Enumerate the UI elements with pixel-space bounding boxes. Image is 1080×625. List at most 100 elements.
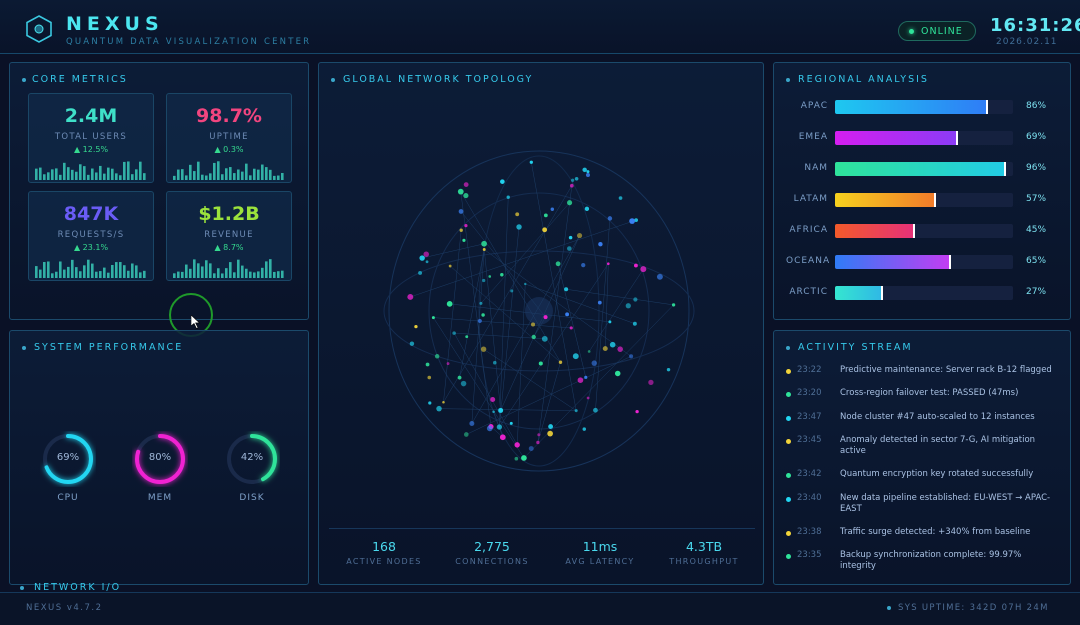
metric-change: ▲ 23.1% [73,243,109,252]
network-link [500,235,580,411]
region-bar-marker [881,286,884,300]
network-node [434,354,440,359]
network-node [537,433,541,437]
network-node [543,213,548,218]
system-performance-panel: SYSTEM PERFORMANCE 69% CPU 80% MEM 42% D… [9,330,309,585]
region-bar-fill [835,255,951,269]
metric-change: ▲ 8.7% [214,243,244,252]
activity-message: Node cluster #47 auto-scaled to 12 insta… [840,411,1035,422]
network-node [442,400,445,404]
network-node [427,375,432,380]
network-node [656,273,663,280]
network-node [492,410,495,414]
network-node [568,235,573,240]
network-node [536,440,540,445]
network-node [524,282,527,286]
activity-message: Backup synchronization complete: 99.97% … [840,550,1022,571]
network-node [618,196,623,200]
network-node [465,335,469,339]
network-node [640,266,647,273]
network-link [439,408,577,411]
network-node [521,455,527,461]
metric-label: TOTAL USERS [54,132,128,142]
panel-title: ACTIVITY STREAM [798,342,913,353]
network-node [555,261,561,267]
network-node [529,160,533,164]
region-name: EMEA [798,132,828,142]
region-row-apac[interactable]: APAC 86% [786,99,1056,115]
metric-card-requests[interactable]: 847K REQUESTS/S ▲ 23.1% [28,191,154,281]
network-globe-visualization[interactable] [339,93,745,523]
status-footer: NEXUS v4.7.2 SYS UPTIME: 342D 07H 24M [0,592,1080,625]
sparkline-uptime [173,161,284,180]
panel-title: CORE METRICS [32,74,128,85]
network-node [506,195,510,199]
region-name: LATAM [793,194,828,204]
network-node [514,456,519,461]
network-node [584,375,588,379]
metric-card-uptime[interactable]: 98.7% UPTIME ▲ 0.3% [166,93,292,183]
region-bar-track [835,286,1013,300]
hexagon-logo-icon [26,15,52,43]
metric-label: REQUESTS/S [57,230,125,240]
activity-time: 23:42 [797,469,822,480]
activity-time: 23:45 [797,435,822,446]
stat-value: 168 [372,539,396,554]
region-bar-marker [955,131,958,145]
activity-message: New data pipeline established: EU-WEST →… [840,492,1051,514]
metric-card-revenue[interactable]: $1.2B REVENUE ▲ 8.7% [166,191,292,281]
network-node [488,275,492,278]
region-row-africa[interactable]: AFRICA 45% [786,223,1056,239]
network-node [569,183,574,188]
region-name: AFRICA [789,225,828,235]
network-node [409,341,415,346]
network-node [582,167,587,173]
region-row-latam[interactable]: LATAM 57% [786,192,1056,208]
network-node [606,262,610,266]
network-node [564,287,569,292]
stat-value: 4.3TB [685,539,723,554]
network-node [607,216,613,221]
gauge-label: MEM [147,493,173,503]
divider [329,528,755,529]
metric-value: 2.4M [64,105,118,127]
metric-card-users[interactable]: 2.4M TOTAL USERS ▲ 12.5% [28,93,154,183]
network-node [460,380,467,387]
gauge-value: 42% [240,452,264,463]
section-bullet-icon [786,78,790,82]
activity-time: 23:20 [797,388,822,399]
network-node [587,350,591,353]
network-node [463,193,469,199]
activity-dot-icon [786,554,791,559]
activity-message: Traffic surge detected: +340% from basel… [840,526,1031,537]
gauge-cpu: 69% [40,431,96,487]
network-node [567,200,573,206]
network-node [481,313,485,317]
panel-title: GLOBAL NETWORK TOPOLOGY [343,74,534,85]
region-row-arctic[interactable]: ARCTIC 27% [786,285,1056,301]
region-row-nam[interactable]: NAM 96% [786,161,1056,177]
network-node [602,346,608,352]
network-node [582,427,586,431]
network-node [469,421,475,427]
network-node [550,207,555,211]
stat-value: 2,775 [474,539,510,554]
network-node [584,206,590,212]
metric-label: REVENUE [204,230,254,240]
network-node [593,407,598,413]
network-node [516,224,522,230]
activity-dot-icon [786,530,791,536]
network-node [510,289,514,293]
region-row-emea[interactable]: EMEA 69% [786,130,1056,146]
network-node [572,353,579,360]
network-node [458,209,464,214]
region-row-oceana[interactable]: OCEANA 65% [786,254,1056,270]
network-node [632,321,637,326]
network-node [633,297,638,302]
network-node [463,432,469,437]
network-node [459,228,463,232]
network-node [464,224,468,228]
region-bar-marker [948,255,951,269]
network-link [410,219,637,298]
region-bar-fill [835,224,916,238]
